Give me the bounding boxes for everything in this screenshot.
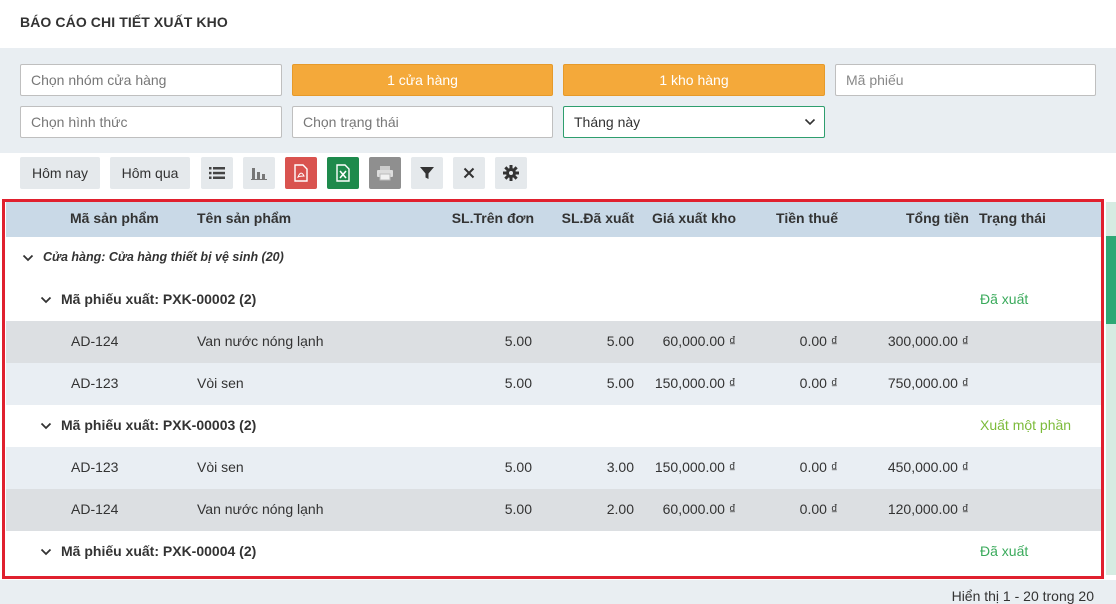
qty-exported-cell: 2.00	[606, 501, 634, 517]
column-header-price[interactable]: Giá xuất kho	[652, 210, 736, 226]
chevron-down-icon[interactable]	[40, 546, 52, 558]
store-group-label: Cửa hàng: Cửa hàng thiết bị vệ sinh (20)	[43, 250, 284, 264]
yesterday-button[interactable]: Hôm qua	[110, 157, 190, 189]
column-header-qty-order[interactable]: SL.Trên đơn	[452, 210, 534, 226]
grid-header: Mã sản phẩm Tên sản phẩm SL.Trên đơn SL.…	[6, 202, 1104, 237]
toolbar: Hôm nay Hôm qua	[0, 153, 1116, 197]
qty-order-cell: 5.00	[504, 375, 532, 391]
qty-exported-cell: 5.00	[606, 333, 634, 349]
clear-filter-button[interactable]	[453, 157, 485, 189]
period-select-value: Tháng này	[574, 114, 641, 130]
store-select[interactable]: 1 cửa hàng	[292, 64, 553, 96]
total-cell: 120,000.00 ₫	[887, 501, 969, 517]
form-select[interactable]: Chọn hình thức	[20, 106, 282, 138]
page-title: BÁO CÁO CHI TIẾT XUẤT KHO	[20, 14, 228, 30]
price-cell: 60,000.00 ₫	[662, 501, 736, 517]
voucher-group-label: Mã phiếu xuất: PXK-00004 (2)	[61, 543, 257, 559]
qty-order-cell: 5.00	[504, 501, 532, 517]
settings-button[interactable]	[495, 157, 527, 189]
today-button[interactable]: Hôm nay	[20, 157, 100, 189]
qty-exported-cell: 5.00	[606, 375, 634, 391]
chevron-down-icon[interactable]	[40, 294, 52, 306]
store-group-select[interactable]: Chọn nhóm cửa hàng	[20, 64, 282, 96]
period-select[interactable]: Tháng này	[563, 106, 825, 138]
price-cell: 150,000.00 ₫	[654, 459, 736, 475]
chevron-down-icon	[804, 118, 816, 126]
price-cell: 150,000.00 ₫	[654, 375, 736, 391]
warehouse-select[interactable]: 1 kho hàng	[563, 64, 825, 96]
tax-cell: 0.00 ₫	[799, 501, 838, 517]
filter-icon	[420, 167, 434, 179]
column-header-total[interactable]: Tổng tiền	[906, 210, 969, 226]
table-row[interactable]: AD-124 Van nước nóng lạnh 5.00 2.00 60,0…	[6, 489, 1104, 531]
product-code-cell: AD-123	[71, 459, 119, 475]
total-cell: 300,000.00 ₫	[887, 333, 969, 349]
voucher-group-row[interactable]: Mã phiếu xuất: PXK-00003 (2) Xuất một ph…	[6, 405, 1104, 447]
total-cell: 750,000.00 ₫	[887, 375, 969, 391]
status-badge: Đã xuất	[980, 543, 1029, 559]
tax-cell: 0.00 ₫	[799, 333, 838, 349]
report-grid: Mã sản phẩm Tên sản phẩm SL.Trên đơn SL.…	[6, 202, 1104, 575]
qty-order-cell: 5.00	[504, 333, 532, 349]
voucher-group-label: Mã phiếu xuất: PXK-00003 (2)	[61, 417, 257, 433]
chart-view-button[interactable]	[243, 157, 275, 189]
column-header-tax[interactable]: Tiền thuế	[776, 210, 838, 226]
table-row[interactable]: AD-123 Vòi sen 5.00 5.00 150,000.00 ₫ 0.…	[6, 363, 1104, 405]
tax-cell: 0.00 ₫	[799, 459, 838, 475]
column-header-status[interactable]: Trạng thái	[979, 210, 1046, 226]
pdf-icon	[294, 164, 308, 182]
voucher-group-row[interactable]: Mã phiếu xuất: PXK-00004 (2) Đã xuất	[6, 531, 1104, 573]
grid-footer: Hiển thị 1 - 20 trong 20	[0, 580, 1116, 604]
grid-scrollbar-thumb[interactable]	[1106, 236, 1116, 324]
paging-info: Hiển thị 1 - 20 trong 20	[951, 588, 1094, 604]
chart-icon	[251, 168, 267, 180]
column-header-qty-exported[interactable]: SL.Đã xuất	[562, 210, 634, 226]
list-view-button[interactable]	[201, 157, 233, 189]
print-icon	[377, 166, 393, 181]
column-header-product-name[interactable]: Tên sản phẩm	[197, 210, 291, 226]
list-icon	[209, 167, 225, 179]
table-row[interactable]: AD-123 Vòi sen 5.00 3.00 150,000.00 ₫ 0.…	[6, 447, 1104, 489]
status-badge: Đã xuất	[980, 291, 1029, 307]
table-row[interactable]: AD-124 Van nước nóng lạnh 5.00 5.00 60,0…	[6, 321, 1104, 363]
export-pdf-button[interactable]	[285, 157, 317, 189]
tax-cell: 0.00 ₫	[799, 375, 838, 391]
chevron-down-icon[interactable]	[22, 252, 34, 264]
filter-button[interactable]	[411, 157, 443, 189]
voucher-group-label: Mã phiếu xuất: PXK-00002 (2)	[61, 291, 257, 307]
gear-icon	[503, 165, 519, 181]
column-header-product-code[interactable]: Mã sản phẩm	[70, 210, 159, 226]
filter-panel: Chọn nhóm cửa hàng 1 cửa hàng 1 kho hàng…	[0, 48, 1116, 153]
excel-icon	[336, 164, 350, 182]
voucher-code-input[interactable]: Mã phiếu	[835, 64, 1096, 96]
total-cell: 450,000.00 ₫	[887, 459, 969, 475]
product-code-cell: AD-124	[71, 333, 119, 349]
product-code-cell: AD-123	[71, 375, 119, 391]
print-button[interactable]	[369, 157, 401, 189]
qty-exported-cell: 3.00	[606, 459, 634, 475]
product-name-cell: Van nước nóng lạnh	[197, 333, 324, 349]
page-header: BÁO CÁO CHI TIẾT XUẤT KHO	[0, 0, 1116, 48]
status-badge: Xuất một phần	[980, 417, 1072, 433]
product-name-cell: Vòi sen	[197, 375, 244, 391]
export-excel-button[interactable]	[327, 157, 359, 189]
close-icon	[463, 167, 475, 179]
voucher-group-row[interactable]: Mã phiếu xuất: PXK-00002 (2) Đã xuất	[6, 279, 1104, 321]
status-select[interactable]: Chọn trạng thái	[292, 106, 553, 138]
product-name-cell: Van nước nóng lạnh	[197, 501, 324, 517]
product-code-cell: AD-124	[71, 501, 119, 517]
qty-order-cell: 5.00	[504, 459, 532, 475]
product-name-cell: Vòi sen	[197, 459, 244, 475]
store-group-row[interactable]: Cửa hàng: Cửa hàng thiết bị vệ sinh (20)	[6, 237, 1104, 279]
price-cell: 60,000.00 ₫	[662, 333, 736, 349]
chevron-down-icon[interactable]	[40, 420, 52, 432]
